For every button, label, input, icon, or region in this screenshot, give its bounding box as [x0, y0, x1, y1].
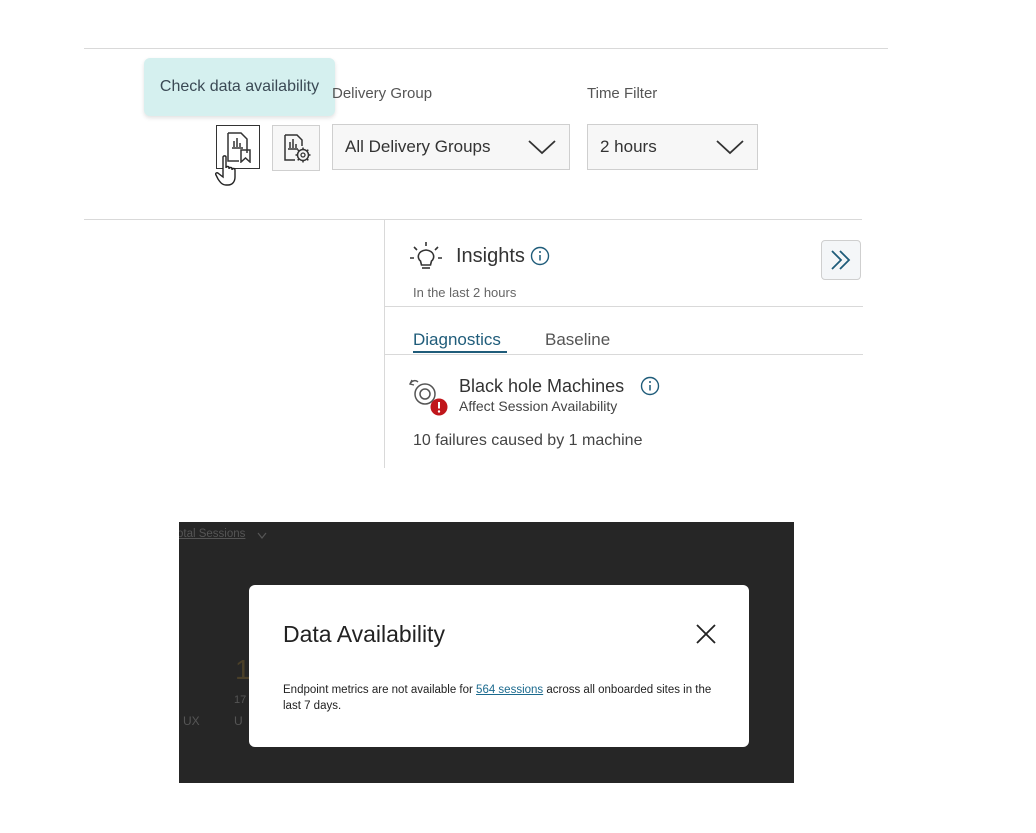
active-tab-underline	[413, 351, 507, 353]
close-icon[interactable]	[695, 623, 717, 645]
delivery-group-label: Delivery Group	[332, 85, 433, 102]
hand-cursor-icon	[215, 155, 236, 186]
info-icon[interactable]	[640, 376, 660, 396]
tooltip-text: Check data availability	[159, 78, 320, 95]
tab-diagnostics[interactable]: Diagnostics	[413, 330, 501, 350]
insight-title[interactable]: Black hole Machines	[459, 376, 624, 397]
lightbulb-icon	[410, 242, 442, 269]
dialog-text-before: Endpoint metrics are not available for	[283, 684, 477, 696]
report-settings-button[interactable]	[272, 125, 320, 171]
chevron-down-icon	[257, 532, 267, 539]
delivery-group-value: All Delivery Groups	[345, 137, 491, 156]
top-divider	[84, 48, 888, 49]
dialog-message: Endpoint metrics are not available for 5…	[283, 682, 723, 714]
background-label-fragment: U	[234, 714, 243, 728]
report-gear-icon	[284, 134, 311, 163]
background-value-fragment: 17	[234, 694, 247, 706]
double-chevron-right-icon	[831, 250, 851, 270]
insight-detail: 10 failures caused by 1 machine	[413, 432, 643, 449]
time-filter-value: 2 hours	[600, 137, 657, 156]
tabs-divider	[385, 354, 863, 355]
data-availability-dialog: Data Availability Endpoint metrics are n…	[249, 585, 749, 747]
insights-subtitle: In the last 2 hours	[413, 285, 517, 300]
time-filter-label: Time Filter	[587, 85, 658, 102]
dialog-title: Data Availability	[283, 621, 445, 647]
info-icon[interactable]	[530, 246, 550, 266]
delivery-group-select[interactable]: All Delivery Groups	[332, 124, 570, 170]
time-filter-select[interactable]: 2 hours	[587, 124, 758, 170]
insights-title: Insights	[456, 245, 525, 267]
background-total-sessions-link: otal Sessions	[179, 528, 246, 540]
insight-subtitle: Affect Session Availability	[459, 398, 618, 414]
check-data-tooltip: Check data availability	[144, 58, 335, 116]
chevron-down-icon	[528, 140, 556, 155]
background-label-fragment: UX	[183, 714, 200, 728]
tab-baseline[interactable]: Baseline	[545, 330, 610, 350]
chevron-down-icon	[716, 140, 744, 155]
insights-header-divider	[385, 306, 863, 307]
expand-insights-button[interactable]	[821, 240, 861, 280]
error-badge-icon	[430, 398, 448, 416]
filter-bottom-divider	[84, 219, 862, 220]
insights-left-border	[384, 220, 385, 468]
sessions-link[interactable]: 564 sessions	[476, 684, 543, 696]
